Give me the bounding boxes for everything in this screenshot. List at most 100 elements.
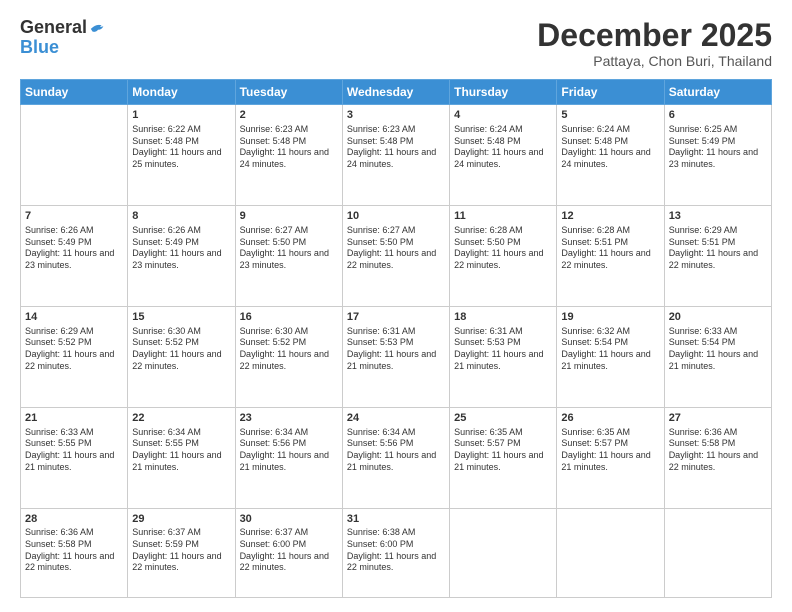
calendar-cell: 27Sunrise: 6:36 AMSunset: 5:58 PMDayligh… <box>664 407 771 508</box>
logo-general: General <box>20 18 87 38</box>
calendar-cell: 21Sunrise: 6:33 AMSunset: 5:55 PMDayligh… <box>21 407 128 508</box>
week-row-1: 1Sunrise: 6:22 AMSunset: 5:48 PMDaylight… <box>21 105 772 206</box>
calendar-cell: 2Sunrise: 6:23 AMSunset: 5:48 PMDaylight… <box>235 105 342 206</box>
calendar-cell: 13Sunrise: 6:29 AMSunset: 5:51 PMDayligh… <box>664 206 771 307</box>
day-number: 7 <box>25 209 123 224</box>
cell-details: Sunrise: 6:29 AMSunset: 5:51 PMDaylight:… <box>669 225 767 272</box>
cell-details: Sunrise: 6:26 AMSunset: 5:49 PMDaylight:… <box>25 225 123 272</box>
calendar-cell: 8Sunrise: 6:26 AMSunset: 5:49 PMDaylight… <box>128 206 235 307</box>
day-number: 26 <box>561 411 659 426</box>
cell-details: Sunrise: 6:27 AMSunset: 5:50 PMDaylight:… <box>240 225 338 272</box>
cell-details: Sunrise: 6:24 AMSunset: 5:48 PMDaylight:… <box>561 124 659 171</box>
day-number: 16 <box>240 310 338 325</box>
calendar-cell: 1Sunrise: 6:22 AMSunset: 5:48 PMDaylight… <box>128 105 235 206</box>
week-row-2: 7Sunrise: 6:26 AMSunset: 5:49 PMDaylight… <box>21 206 772 307</box>
day-number: 12 <box>561 209 659 224</box>
calendar-cell: 14Sunrise: 6:29 AMSunset: 5:52 PMDayligh… <box>21 306 128 407</box>
day-number: 8 <box>132 209 230 224</box>
calendar-cell <box>21 105 128 206</box>
week-row-3: 14Sunrise: 6:29 AMSunset: 5:52 PMDayligh… <box>21 306 772 407</box>
week-row-5: 28Sunrise: 6:36 AMSunset: 5:58 PMDayligh… <box>21 508 772 597</box>
calendar-cell: 30Sunrise: 6:37 AMSunset: 6:00 PMDayligh… <box>235 508 342 597</box>
cell-details: Sunrise: 6:30 AMSunset: 5:52 PMDaylight:… <box>132 326 230 373</box>
cell-details: Sunrise: 6:34 AMSunset: 5:56 PMDaylight:… <box>240 427 338 474</box>
day-number: 1 <box>132 108 230 123</box>
cell-details: Sunrise: 6:37 AMSunset: 6:00 PMDaylight:… <box>240 527 338 574</box>
cell-details: Sunrise: 6:27 AMSunset: 5:50 PMDaylight:… <box>347 225 445 272</box>
day-number: 28 <box>25 512 123 527</box>
day-header-sunday: Sunday <box>21 80 128 105</box>
day-number: 20 <box>669 310 767 325</box>
calendar-cell: 22Sunrise: 6:34 AMSunset: 5:55 PMDayligh… <box>128 407 235 508</box>
logo: General Blue <box>20 18 107 58</box>
week-row-4: 21Sunrise: 6:33 AMSunset: 5:55 PMDayligh… <box>21 407 772 508</box>
cell-details: Sunrise: 6:26 AMSunset: 5:49 PMDaylight:… <box>132 225 230 272</box>
page: General Blue December 2025 Pattaya, Chon… <box>0 0 792 612</box>
cell-details: Sunrise: 6:35 AMSunset: 5:57 PMDaylight:… <box>561 427 659 474</box>
day-number: 15 <box>132 310 230 325</box>
day-number: 17 <box>347 310 445 325</box>
day-number: 30 <box>240 512 338 527</box>
day-number: 9 <box>240 209 338 224</box>
day-number: 10 <box>347 209 445 224</box>
month-title: December 2025 <box>537 18 772 53</box>
cell-details: Sunrise: 6:37 AMSunset: 5:59 PMDaylight:… <box>132 527 230 574</box>
day-header-tuesday: Tuesday <box>235 80 342 105</box>
day-number: 4 <box>454 108 552 123</box>
calendar-cell: 20Sunrise: 6:33 AMSunset: 5:54 PMDayligh… <box>664 306 771 407</box>
day-number: 11 <box>454 209 552 224</box>
day-number: 2 <box>240 108 338 123</box>
header: General Blue December 2025 Pattaya, Chon… <box>20 18 772 69</box>
calendar-cell: 11Sunrise: 6:28 AMSunset: 5:50 PMDayligh… <box>450 206 557 307</box>
cell-details: Sunrise: 6:34 AMSunset: 5:56 PMDaylight:… <box>347 427 445 474</box>
day-number: 19 <box>561 310 659 325</box>
day-number: 23 <box>240 411 338 426</box>
cell-details: Sunrise: 6:33 AMSunset: 5:54 PMDaylight:… <box>669 326 767 373</box>
calendar-cell: 17Sunrise: 6:31 AMSunset: 5:53 PMDayligh… <box>342 306 449 407</box>
day-header-monday: Monday <box>128 80 235 105</box>
day-number: 13 <box>669 209 767 224</box>
calendar-cell: 12Sunrise: 6:28 AMSunset: 5:51 PMDayligh… <box>557 206 664 307</box>
calendar-cell: 24Sunrise: 6:34 AMSunset: 5:56 PMDayligh… <box>342 407 449 508</box>
day-number: 22 <box>132 411 230 426</box>
calendar-cell <box>557 508 664 597</box>
calendar-cell: 5Sunrise: 6:24 AMSunset: 5:48 PMDaylight… <box>557 105 664 206</box>
calendar-cell: 10Sunrise: 6:27 AMSunset: 5:50 PMDayligh… <box>342 206 449 307</box>
cell-details: Sunrise: 6:36 AMSunset: 5:58 PMDaylight:… <box>669 427 767 474</box>
cell-details: Sunrise: 6:28 AMSunset: 5:50 PMDaylight:… <box>454 225 552 272</box>
calendar-cell: 6Sunrise: 6:25 AMSunset: 5:49 PMDaylight… <box>664 105 771 206</box>
calendar-cell: 7Sunrise: 6:26 AMSunset: 5:49 PMDaylight… <box>21 206 128 307</box>
cell-details: Sunrise: 6:25 AMSunset: 5:49 PMDaylight:… <box>669 124 767 171</box>
day-number: 21 <box>25 411 123 426</box>
cell-details: Sunrise: 6:24 AMSunset: 5:48 PMDaylight:… <box>454 124 552 171</box>
calendar-cell: 19Sunrise: 6:32 AMSunset: 5:54 PMDayligh… <box>557 306 664 407</box>
calendar-table: SundayMondayTuesdayWednesdayThursdayFrid… <box>20 79 772 598</box>
day-number: 24 <box>347 411 445 426</box>
calendar-cell: 18Sunrise: 6:31 AMSunset: 5:53 PMDayligh… <box>450 306 557 407</box>
cell-details: Sunrise: 6:22 AMSunset: 5:48 PMDaylight:… <box>132 124 230 171</box>
day-header-friday: Friday <box>557 80 664 105</box>
cell-details: Sunrise: 6:38 AMSunset: 6:00 PMDaylight:… <box>347 527 445 574</box>
day-number: 5 <box>561 108 659 123</box>
calendar-cell: 29Sunrise: 6:37 AMSunset: 5:59 PMDayligh… <box>128 508 235 597</box>
day-number: 27 <box>669 411 767 426</box>
cell-details: Sunrise: 6:28 AMSunset: 5:51 PMDaylight:… <box>561 225 659 272</box>
calendar-cell: 28Sunrise: 6:36 AMSunset: 5:58 PMDayligh… <box>21 508 128 597</box>
calendar-cell: 31Sunrise: 6:38 AMSunset: 6:00 PMDayligh… <box>342 508 449 597</box>
day-header-saturday: Saturday <box>664 80 771 105</box>
calendar-cell <box>664 508 771 597</box>
calendar-cell: 25Sunrise: 6:35 AMSunset: 5:57 PMDayligh… <box>450 407 557 508</box>
calendar-header-row: SundayMondayTuesdayWednesdayThursdayFrid… <box>21 80 772 105</box>
title-block: December 2025 Pattaya, Chon Buri, Thaila… <box>537 18 772 69</box>
calendar-cell: 26Sunrise: 6:35 AMSunset: 5:57 PMDayligh… <box>557 407 664 508</box>
cell-details: Sunrise: 6:31 AMSunset: 5:53 PMDaylight:… <box>347 326 445 373</box>
day-number: 18 <box>454 310 552 325</box>
calendar-cell: 4Sunrise: 6:24 AMSunset: 5:48 PMDaylight… <box>450 105 557 206</box>
cell-details: Sunrise: 6:31 AMSunset: 5:53 PMDaylight:… <box>454 326 552 373</box>
cell-details: Sunrise: 6:23 AMSunset: 5:48 PMDaylight:… <box>240 124 338 171</box>
cell-details: Sunrise: 6:30 AMSunset: 5:52 PMDaylight:… <box>240 326 338 373</box>
cell-details: Sunrise: 6:29 AMSunset: 5:52 PMDaylight:… <box>25 326 123 373</box>
cell-details: Sunrise: 6:35 AMSunset: 5:57 PMDaylight:… <box>454 427 552 474</box>
calendar-cell: 15Sunrise: 6:30 AMSunset: 5:52 PMDayligh… <box>128 306 235 407</box>
calendar-cell: 23Sunrise: 6:34 AMSunset: 5:56 PMDayligh… <box>235 407 342 508</box>
